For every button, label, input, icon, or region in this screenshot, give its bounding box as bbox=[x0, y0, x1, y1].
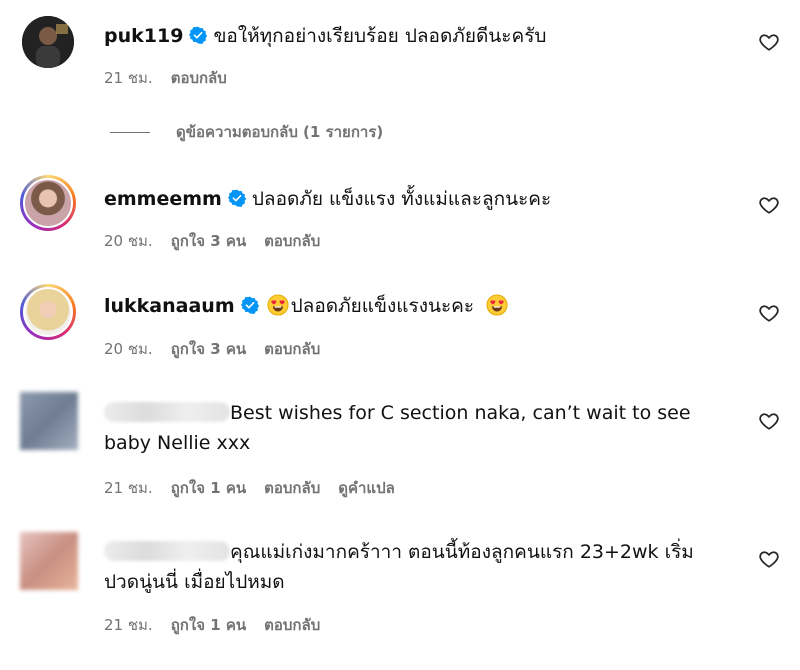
heart-eyes-emoji-icon bbox=[267, 294, 289, 316]
verified-badge-icon bbox=[228, 189, 246, 207]
comment-line: emmeemm ปลอดภัย แข็งแรง ทั้งแม่และลูกนะคะ bbox=[104, 187, 551, 211]
reply-button[interactable]: ตอบกลับ bbox=[264, 479, 320, 497]
comment-line: puk119 ขอให้ทุกอย่างเรียบร้อย ปลอดภัยดีนะ… bbox=[104, 24, 546, 48]
comment-line: lukkanaaum ปลอดภัยแข็งแรงนะคะ bbox=[104, 294, 510, 318]
username[interactable]: emmeemm bbox=[104, 188, 222, 210]
verified-badge-icon bbox=[189, 26, 207, 44]
comment-text: ปลอดภัยแข็งแรงนะคะ bbox=[290, 295, 475, 317]
heart-outline-icon[interactable] bbox=[758, 302, 780, 324]
heart-eyes-emoji-icon bbox=[486, 294, 508, 316]
timestamp[interactable]: 20 ชม. bbox=[104, 232, 153, 250]
comment-text-line2: ปวดนู่นนี่ เมื่อยไปหมด bbox=[104, 571, 285, 593]
comment-text-line1: Best wishes for C section naka, can’t wa… bbox=[230, 402, 691, 424]
avatar[interactable] bbox=[20, 175, 76, 231]
heart-outline-icon[interactable] bbox=[758, 410, 780, 432]
comment-meta: 21 ชม. ถูกใจ 1 คน ตอบกลับ ดูคำแปล bbox=[104, 476, 413, 500]
view-replies-button[interactable]: ดูข้อความตอบกลับ (1 รายการ) bbox=[110, 120, 383, 144]
view-replies-label: ดูข้อความตอบกลับ (1 รายการ) bbox=[176, 123, 384, 141]
heart-outline-icon[interactable] bbox=[758, 194, 780, 216]
reply-button[interactable]: ตอบกลับ bbox=[171, 69, 227, 87]
comment-text-line1: คุณแม่เก่งมากคร้าาา ตอนนี้ท้องลูกคนแรก 2… bbox=[230, 541, 694, 563]
avatar-image bbox=[23, 178, 73, 228]
likes-count[interactable]: ถูกใจ 3 คน bbox=[171, 232, 246, 250]
comment-text: ขอให้ทุกอย่างเรียบร้อย ปลอดภัยดีนะครับ bbox=[213, 25, 547, 47]
heart-outline-icon[interactable] bbox=[758, 548, 780, 570]
reply-button[interactable]: ตอบกลับ bbox=[264, 616, 320, 634]
timestamp[interactable]: 21 ชม. bbox=[104, 616, 153, 634]
comment-meta: 21 ชม. ถูกใจ 1 คน ตอบกลับ bbox=[104, 613, 338, 637]
timestamp[interactable]: 21 ชม. bbox=[104, 69, 153, 87]
username[interactable]: lukkanaaum bbox=[104, 295, 235, 317]
avatar[interactable] bbox=[20, 392, 78, 450]
timestamp[interactable]: 21 ชม. bbox=[104, 479, 153, 497]
username[interactable]: puk119 bbox=[104, 25, 183, 47]
likes-count[interactable]: ถูกใจ 3 คน bbox=[171, 340, 246, 358]
likes-count[interactable]: ถูกใจ 1 คน bbox=[171, 479, 246, 497]
verified-badge-icon bbox=[241, 296, 259, 314]
heart-outline-icon[interactable] bbox=[758, 31, 780, 53]
timestamp[interactable]: 20 ชม. bbox=[104, 340, 153, 358]
avatar[interactable] bbox=[20, 284, 76, 340]
comment-meta: 20 ชม. ถูกใจ 3 คน ตอบกลับ bbox=[104, 337, 338, 361]
avatar[interactable] bbox=[22, 16, 74, 68]
comment-meta: 20 ชม. ถูกใจ 3 คน ตอบกลับ bbox=[104, 229, 338, 253]
comment-meta: 21 ชม. ตอบกลับ bbox=[104, 66, 245, 90]
comment-text-line2: baby Nellie xxx bbox=[104, 432, 251, 454]
username-blurred[interactable] bbox=[104, 402, 230, 422]
comment-text: ปลอดภัย แข็งแรง ทั้งแม่และลูกนะคะ bbox=[251, 188, 552, 210]
translate-button[interactable]: ดูคำแปล bbox=[338, 479, 395, 497]
likes-count[interactable]: ถูกใจ 1 คน bbox=[171, 616, 246, 634]
reply-button[interactable]: ตอบกลับ bbox=[264, 340, 320, 358]
avatar-image bbox=[22, 16, 74, 68]
comment-line: คุณแม่เก่งมากคร้าาา ตอนนี้ท้องลูกคนแรก 2… bbox=[104, 537, 744, 597]
avatar[interactable] bbox=[20, 532, 78, 590]
avatar-image bbox=[23, 287, 73, 337]
divider-line bbox=[110, 132, 150, 133]
reply-button[interactable]: ตอบกลับ bbox=[264, 232, 320, 250]
username-blurred[interactable] bbox=[104, 541, 230, 561]
comment-line: Best wishes for C section naka, can’t wa… bbox=[104, 398, 744, 458]
